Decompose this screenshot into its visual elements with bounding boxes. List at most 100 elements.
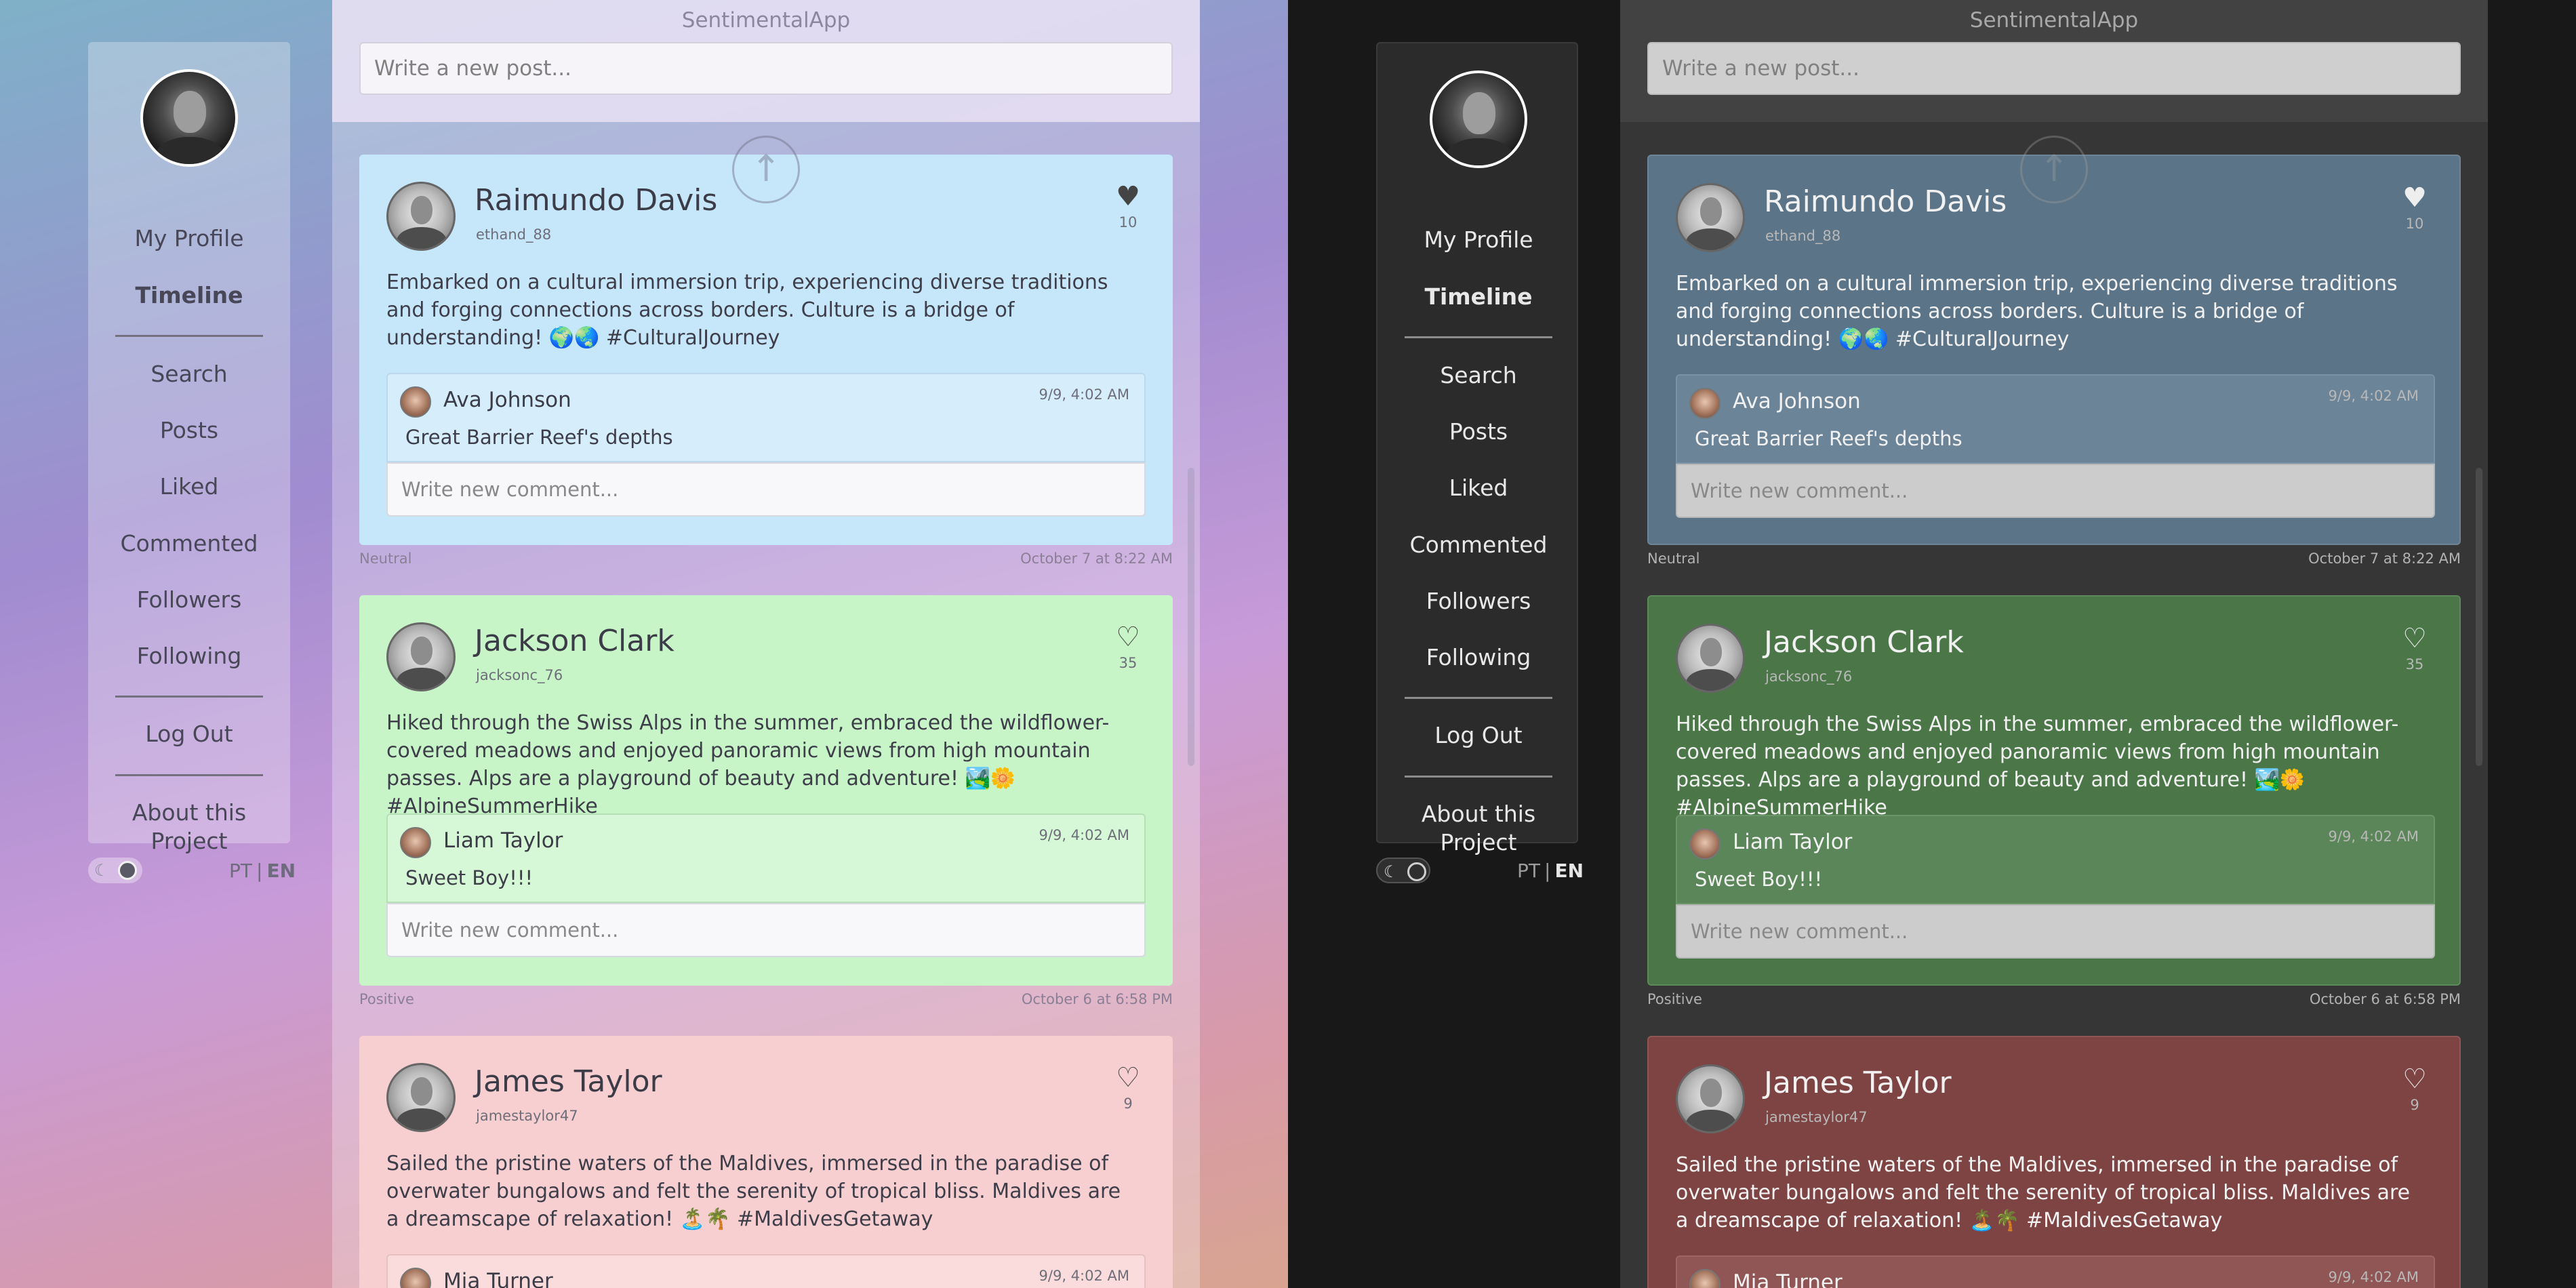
author-handle: ethand_88 bbox=[1765, 228, 1841, 244]
post-card: James Taylor jamestaylor47 ♡ 9 Sailed th… bbox=[1647, 1036, 2461, 1288]
comment-time: 9/9, 4:02 AM bbox=[2328, 1269, 2419, 1285]
post-date: October 7 at 8:22 AM bbox=[2308, 550, 2461, 567]
comment-input[interactable] bbox=[386, 462, 1146, 517]
lang-pt[interactable]: PT bbox=[229, 860, 252, 882]
nav-my-profile[interactable]: My Profile bbox=[88, 225, 290, 251]
post-card: Raimundo Davis ethand_88 ♥ 10 Embarked o… bbox=[1647, 155, 2461, 545]
nav-following[interactable]: Following bbox=[88, 643, 290, 669]
author-avatar[interactable] bbox=[386, 182, 456, 251]
post-text: Hiked through the Swiss Alps in the summ… bbox=[386, 711, 1110, 818]
author-avatar[interactable] bbox=[1676, 1064, 1745, 1133]
like-button[interactable]: ♥ 10 bbox=[2394, 183, 2435, 232]
commenter-name[interactable]: Mia Turner bbox=[443, 1269, 553, 1288]
comment: Mia Turner 9/9, 4:02 AM bbox=[386, 1254, 1146, 1288]
commenter-avatar[interactable] bbox=[1689, 388, 1720, 419]
comment-text: Great Barrier Reef's depths bbox=[1695, 427, 1963, 450]
author-handle: jamestaylor47 bbox=[476, 1108, 578, 1124]
author-name[interactable]: Raimundo Davis bbox=[475, 183, 717, 218]
comment-text: Sweet Boy!!! bbox=[405, 866, 534, 889]
commenter-name[interactable]: Ava Johnson bbox=[1733, 389, 1861, 414]
lang-en[interactable]: EN bbox=[266, 860, 296, 882]
post-date: October 6 at 6:58 PM bbox=[1021, 991, 1173, 1007]
nav-liked[interactable]: Liked bbox=[1377, 475, 1579, 501]
like-button[interactable]: ♥ 10 bbox=[1108, 182, 1148, 230]
heart-outline-icon: ♡ bbox=[1116, 1062, 1140, 1093]
theme-toggle[interactable]: ☾ bbox=[1376, 858, 1430, 883]
author-avatar[interactable] bbox=[1676, 183, 1745, 252]
author-name[interactable]: James Taylor bbox=[475, 1064, 662, 1099]
like-button[interactable]: ♡ 35 bbox=[2394, 624, 2435, 672]
new-post-input[interactable] bbox=[1647, 42, 2461, 95]
top-bar: SentimentalApp bbox=[1620, 0, 2488, 122]
avatar[interactable] bbox=[1430, 71, 1527, 168]
nav-about[interactable]: About this Project bbox=[121, 799, 257, 856]
nav-logout[interactable]: Log Out bbox=[1377, 722, 1579, 748]
scrollbar[interactable] bbox=[2476, 468, 2482, 766]
nav-divider bbox=[1405, 776, 1552, 778]
scroll-to-top-button[interactable]: ↑ bbox=[2020, 136, 2088, 203]
lang-pt[interactable]: PT bbox=[1517, 860, 1540, 882]
language-switcher: PT | EN bbox=[1517, 858, 1584, 885]
commenter-avatar[interactable] bbox=[400, 386, 431, 418]
author-avatar[interactable] bbox=[386, 622, 456, 691]
lang-en[interactable]: EN bbox=[1554, 860, 1584, 882]
nav-liked[interactable]: Liked bbox=[88, 473, 290, 500]
author-name[interactable]: Jackson Clark bbox=[1764, 625, 1964, 660]
moon-icon: ☾ bbox=[1384, 862, 1398, 881]
commenter-name[interactable]: Liam Taylor bbox=[1733, 830, 1852, 854]
author-name[interactable]: James Taylor bbox=[1764, 1066, 1952, 1100]
nav-commented[interactable]: Commented bbox=[1377, 531, 1579, 558]
toggle-knob bbox=[118, 861, 137, 880]
scrollbar[interactable] bbox=[1188, 468, 1194, 766]
heart-icon: ♥ bbox=[1116, 181, 1140, 212]
commenter-avatar[interactable] bbox=[400, 1268, 431, 1288]
comment-input[interactable] bbox=[386, 903, 1146, 957]
comment-time: 9/9, 4:02 AM bbox=[1039, 827, 1129, 843]
commenter-name[interactable]: Ava Johnson bbox=[443, 388, 571, 412]
commenter-avatar[interactable] bbox=[400, 827, 431, 858]
lang-separator: | bbox=[256, 860, 263, 882]
like-count: 10 bbox=[1119, 214, 1138, 230]
author-name[interactable]: Raimundo Davis bbox=[1764, 184, 2007, 219]
nav-commented[interactable]: Commented bbox=[88, 530, 290, 557]
nav-search[interactable]: Search bbox=[1377, 362, 1579, 388]
avatar[interactable] bbox=[140, 69, 238, 167]
author-avatar[interactable] bbox=[386, 1063, 456, 1132]
like-button[interactable]: ♡ 9 bbox=[1108, 1063, 1148, 1112]
nav-divider bbox=[115, 696, 263, 698]
nav-my-profile[interactable]: My Profile bbox=[1377, 226, 1579, 253]
sentiment-label: Neutral bbox=[359, 550, 412, 567]
comment-input[interactable] bbox=[1676, 464, 2435, 518]
nav-timeline[interactable]: Timeline bbox=[88, 282, 290, 308]
nav-timeline[interactable]: Timeline bbox=[1377, 283, 1579, 310]
nav-about[interactable]: About this Project bbox=[1411, 800, 1546, 857]
commenter-avatar[interactable] bbox=[1689, 828, 1720, 860]
like-count: 9 bbox=[2410, 1097, 2419, 1113]
nav-divider bbox=[1405, 336, 1552, 338]
commenter-name[interactable]: Mia Turner bbox=[1733, 1270, 1843, 1288]
nav-posts[interactable]: Posts bbox=[88, 417, 290, 443]
scroll-to-top-button[interactable]: ↑ bbox=[732, 136, 800, 203]
nav-logout[interactable]: Log Out bbox=[88, 721, 290, 747]
nav-posts[interactable]: Posts bbox=[1377, 418, 1579, 445]
timeline-feed: SentimentalApp ↑ Raimundo Davis ethand_8… bbox=[332, 0, 1200, 1288]
like-button[interactable]: ♡ 9 bbox=[2394, 1064, 2435, 1113]
commenter-name[interactable]: Liam Taylor bbox=[443, 828, 563, 853]
arrow-up-icon: ↑ bbox=[2038, 147, 2070, 190]
nav-followers[interactable]: Followers bbox=[88, 586, 290, 613]
nav-search[interactable]: Search bbox=[88, 361, 290, 387]
nav-following[interactable]: Following bbox=[1377, 644, 1579, 670]
new-post-input[interactable] bbox=[359, 42, 1173, 95]
theme-toggle[interactable]: ☾ bbox=[88, 858, 142, 883]
commenter-avatar[interactable] bbox=[1689, 1269, 1720, 1288]
like-button[interactable]: ♡ 35 bbox=[1108, 622, 1148, 671]
comment-time: 9/9, 4:02 AM bbox=[2328, 828, 2419, 845]
post-date: October 6 at 6:58 PM bbox=[2309, 991, 2461, 1007]
author-name[interactable]: Jackson Clark bbox=[475, 624, 675, 658]
nav-followers[interactable]: Followers bbox=[1377, 588, 1579, 614]
comment-input[interactable] bbox=[1676, 904, 2435, 959]
comment-time: 9/9, 4:02 AM bbox=[1039, 386, 1129, 403]
author-avatar[interactable] bbox=[1676, 624, 1745, 693]
timeline-dark-theme: My Profile Timeline Search Posts Liked C… bbox=[1288, 0, 2576, 1288]
comment-time: 9/9, 4:02 AM bbox=[2328, 388, 2419, 404]
